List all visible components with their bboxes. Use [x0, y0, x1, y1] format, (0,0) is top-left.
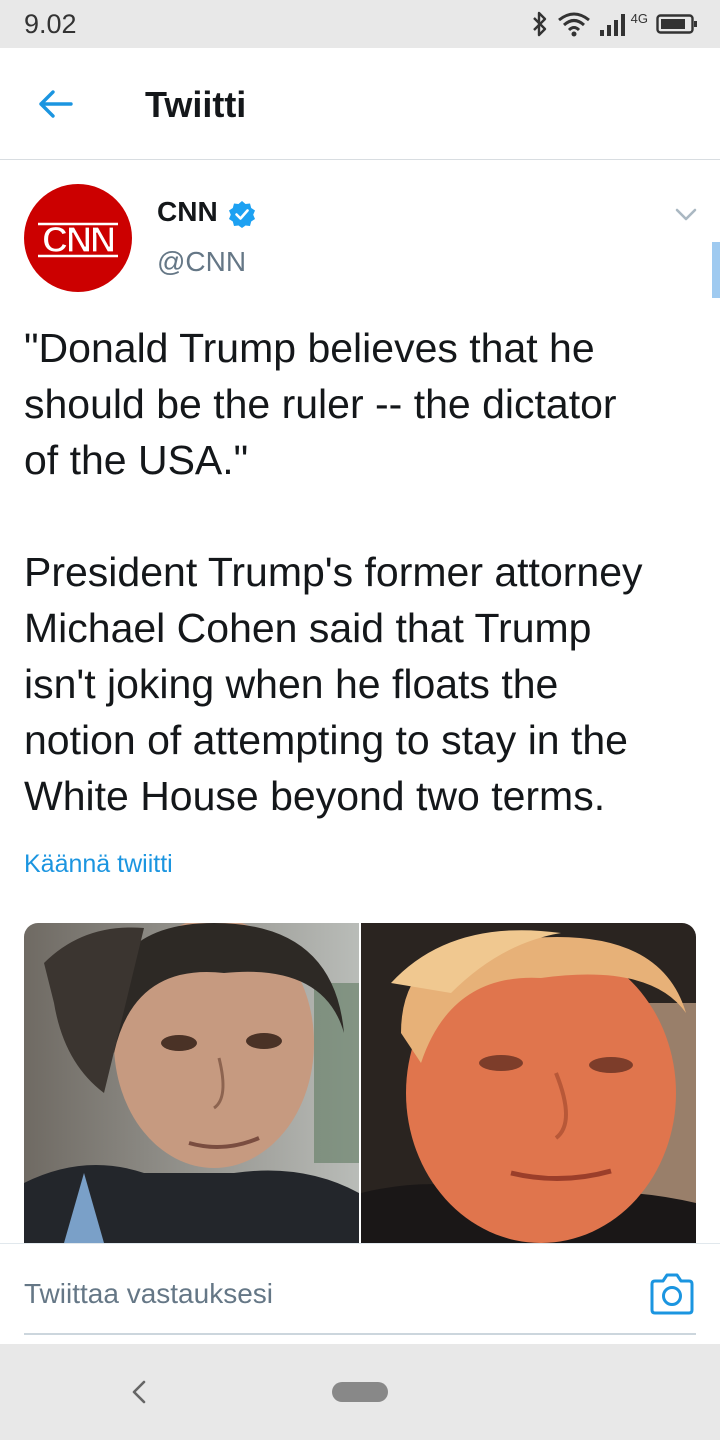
verified-badge-icon [229, 201, 255, 228]
scroll-indicator [712, 242, 720, 298]
battery-icon [656, 14, 697, 34]
reply-input[interactable]: Twiittaa vastauksesi [24, 1272, 624, 1316]
tweet-paragraph: "Donald Trump believes that he should be… [24, 325, 617, 483]
tweet-text: "Donald Trump believes that he should be… [24, 320, 704, 824]
nav-back-icon[interactable] [124, 1376, 154, 1408]
wifi-icon [557, 12, 590, 37]
author-handle[interactable]: @CNN [157, 246, 246, 278]
tweet-photo-trump[interactable] [361, 923, 696, 1243]
reply-underline [24, 1333, 696, 1335]
back-arrow-icon [39, 90, 73, 118]
cnn-logo: CNN [38, 218, 118, 260]
app-header: Twiitti [0, 48, 720, 160]
nav-home-button[interactable] [332, 1382, 388, 1402]
tweet-media[interactable] [24, 923, 696, 1243]
reply-composer: Twiittaa vastauksesi [0, 1243, 720, 1344]
avatar[interactable]: CNN [24, 184, 132, 292]
tweet-paragraph: President Trump's former attorney Michae… [24, 549, 643, 819]
status-icons: 4G [531, 8, 698, 40]
translate-tweet-link[interactable]: Käännä twiitti [24, 850, 173, 879]
chevron-down-icon[interactable] [672, 200, 700, 228]
portrait-photo [361, 923, 696, 1243]
network-type-label: 4G [630, 10, 648, 26]
status-bar: 9.02 4G [0, 0, 720, 48]
status-time: 9.02 [24, 9, 77, 39]
portrait-photo [24, 923, 359, 1243]
signal-icon [599, 14, 625, 36]
back-button[interactable] [30, 82, 80, 126]
page-title: Twiitti [145, 84, 247, 125]
tweet-photo-cohen[interactable] [24, 923, 359, 1243]
bluetooth-icon [532, 11, 546, 37]
author-name[interactable]: CNN [157, 196, 218, 228]
camera-icon[interactable] [648, 1272, 696, 1316]
